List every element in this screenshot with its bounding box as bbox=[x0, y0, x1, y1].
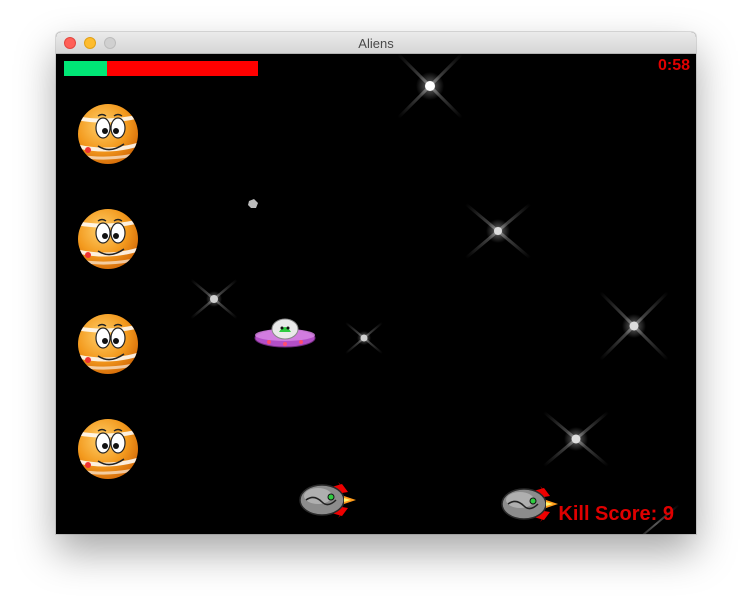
player-rocket-ship bbox=[299, 481, 357, 519]
star-sparkle bbox=[542, 410, 610, 468]
planet-enemy bbox=[76, 417, 140, 481]
star-sparkle bbox=[397, 54, 463, 119]
player-rocket-ship bbox=[501, 485, 559, 523]
planet-enemy bbox=[76, 312, 140, 376]
star-sparkle bbox=[464, 202, 532, 260]
game-window: Aliens 0:58 Kill Score: 9 bbox=[56, 32, 696, 534]
planet-enemy bbox=[76, 102, 140, 166]
kill-score: Kill Score: 9 bbox=[558, 503, 674, 525]
planet-enemy bbox=[76, 207, 140, 271]
star-sparkle bbox=[190, 278, 238, 320]
asteroid bbox=[248, 199, 258, 208]
game-canvas[interactable]: 0:58 Kill Score: 9 bbox=[56, 54, 696, 534]
health-bar-fill bbox=[64, 61, 107, 76]
window-title: Aliens bbox=[358, 36, 394, 51]
star-sparkle bbox=[598, 290, 670, 362]
health-bar bbox=[64, 61, 258, 76]
ufo-enemy bbox=[254, 318, 316, 348]
starfield bbox=[190, 54, 680, 534]
timer-display: 0:58 bbox=[657, 57, 690, 74]
star-sparkle bbox=[344, 321, 384, 355]
title-bar[interactable]: Aliens bbox=[56, 32, 696, 54]
